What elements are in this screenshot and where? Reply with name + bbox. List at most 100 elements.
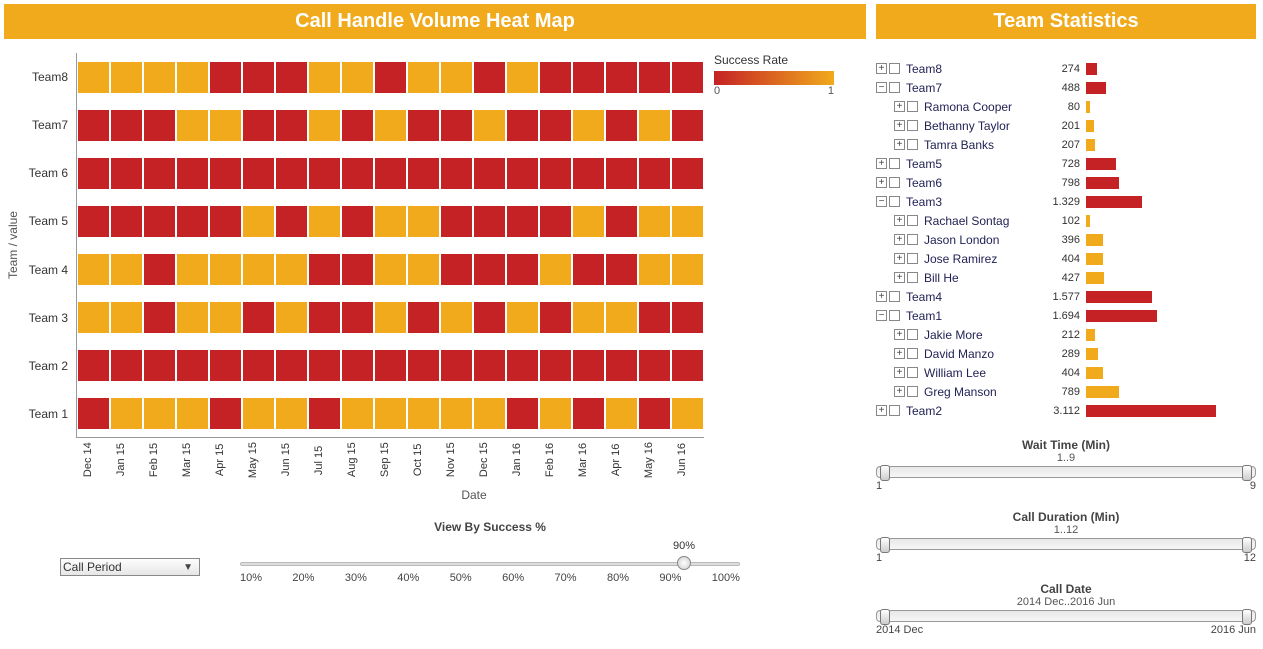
heatmap-cell[interactable] xyxy=(507,110,538,141)
heatmap-cell[interactable] xyxy=(243,302,274,333)
heatmap-cell[interactable] xyxy=(606,350,637,381)
checkbox-icon[interactable] xyxy=(889,158,900,169)
heatmap-cell[interactable] xyxy=(210,350,241,381)
heatmap-cell[interactable] xyxy=(672,398,703,429)
expand-icon[interactable]: + xyxy=(894,120,905,131)
collapse-icon[interactable]: − xyxy=(876,310,887,321)
heatmap-cell[interactable] xyxy=(573,206,604,237)
heatmap-cell[interactable] xyxy=(243,62,274,93)
tree-row[interactable]: −Team31.329 xyxy=(876,192,1256,211)
heatmap-cell[interactable] xyxy=(639,158,670,189)
slider-thumb[interactable] xyxy=(677,556,691,570)
heatmap-cell[interactable] xyxy=(606,398,637,429)
heatmap-cell[interactable] xyxy=(243,398,274,429)
heatmap-cell[interactable] xyxy=(507,350,538,381)
heatmap-cell[interactable] xyxy=(276,350,307,381)
heatmap-cell[interactable] xyxy=(78,62,109,93)
expand-icon[interactable]: + xyxy=(876,405,887,416)
heatmap-cell[interactable] xyxy=(276,302,307,333)
tree-row[interactable]: +Team6798 xyxy=(876,173,1256,192)
heatmap-cell[interactable] xyxy=(177,206,208,237)
heatmap-cell[interactable] xyxy=(144,158,175,189)
heatmap-cell[interactable] xyxy=(144,110,175,141)
checkbox-icon[interactable] xyxy=(889,291,900,302)
checkbox-icon[interactable] xyxy=(907,120,918,131)
heatmap-cell[interactable] xyxy=(672,62,703,93)
tree-row[interactable]: +Team8274 xyxy=(876,59,1256,78)
expand-icon[interactable]: + xyxy=(894,329,905,340)
slider-thumb-min[interactable] xyxy=(880,537,890,553)
heatmap-cell[interactable] xyxy=(78,350,109,381)
heatmap-cell[interactable] xyxy=(309,398,340,429)
heatmap-cell[interactable] xyxy=(111,302,142,333)
heatmap-cell[interactable] xyxy=(474,302,505,333)
heatmap-cell[interactable] xyxy=(243,110,274,141)
heatmap-cell[interactable] xyxy=(474,350,505,381)
checkbox-icon[interactable] xyxy=(889,63,900,74)
heatmap-cell[interactable] xyxy=(309,350,340,381)
heatmap-cell[interactable] xyxy=(474,110,505,141)
tree-row[interactable]: +Bethanny Taylor201 xyxy=(894,116,1256,135)
heatmap-cell[interactable] xyxy=(78,110,109,141)
heatmap-cell[interactable] xyxy=(441,302,472,333)
wait-slider[interactable] xyxy=(876,466,1256,478)
tree-row[interactable]: +Jakie More212 xyxy=(894,325,1256,344)
heatmap-cell[interactable] xyxy=(78,398,109,429)
heatmap-cell[interactable] xyxy=(441,206,472,237)
checkbox-icon[interactable] xyxy=(889,196,900,207)
duration-slider[interactable] xyxy=(876,538,1256,550)
heatmap-cell[interactable] xyxy=(441,110,472,141)
heatmap-cell[interactable] xyxy=(474,206,505,237)
heatmap-cell[interactable] xyxy=(243,158,274,189)
heatmap-cell[interactable] xyxy=(375,110,406,141)
heatmap-cell[interactable] xyxy=(540,254,571,285)
heatmap-cell[interactable] xyxy=(276,398,307,429)
checkbox-icon[interactable] xyxy=(907,348,918,359)
heatmap-cell[interactable] xyxy=(210,302,241,333)
heatmap-cell[interactable] xyxy=(243,254,274,285)
heatmap-cell[interactable] xyxy=(672,206,703,237)
heatmap-cell[interactable] xyxy=(408,398,439,429)
checkbox-icon[interactable] xyxy=(907,329,918,340)
heatmap-cell[interactable] xyxy=(375,254,406,285)
heatmap-cell[interactable] xyxy=(78,302,109,333)
heatmap-cell[interactable] xyxy=(309,62,340,93)
tree-row[interactable]: +Jason London396 xyxy=(894,230,1256,249)
heatmap-cell[interactable] xyxy=(606,302,637,333)
heatmap-cell[interactable] xyxy=(111,110,142,141)
heatmap-cell[interactable] xyxy=(606,158,637,189)
heatmap-cell[interactable] xyxy=(408,350,439,381)
tree-row[interactable]: +Team41.577 xyxy=(876,287,1256,306)
heatmap-cell[interactable] xyxy=(177,110,208,141)
expand-icon[interactable]: + xyxy=(894,386,905,397)
checkbox-icon[interactable] xyxy=(907,386,918,397)
heatmap-cell[interactable] xyxy=(111,206,142,237)
heatmap-cell[interactable] xyxy=(639,302,670,333)
heatmap-cell[interactable] xyxy=(441,350,472,381)
expand-icon[interactable]: + xyxy=(894,367,905,378)
heatmap-cell[interactable] xyxy=(573,350,604,381)
heatmap-cell[interactable] xyxy=(375,350,406,381)
heatmap-cell[interactable] xyxy=(342,206,373,237)
heatmap-cell[interactable] xyxy=(309,110,340,141)
heatmap-cell[interactable] xyxy=(144,62,175,93)
date-slider[interactable] xyxy=(876,610,1256,622)
heatmap-cell[interactable] xyxy=(474,158,505,189)
heatmap-cell[interactable] xyxy=(474,254,505,285)
heatmap-cell[interactable] xyxy=(573,62,604,93)
checkbox-icon[interactable] xyxy=(889,310,900,321)
tree-row[interactable]: +William Lee404 xyxy=(894,363,1256,382)
heatmap-cell[interactable] xyxy=(672,110,703,141)
heatmap-cell[interactable] xyxy=(210,62,241,93)
tree-row[interactable]: +Ramona Cooper80 xyxy=(894,97,1256,116)
heatmap-cell[interactable] xyxy=(408,206,439,237)
heatmap-cell[interactable] xyxy=(540,206,571,237)
heatmap-cell[interactable] xyxy=(507,62,538,93)
heatmap-cell[interactable] xyxy=(573,302,604,333)
heatmap-cell[interactable] xyxy=(342,350,373,381)
heatmap-cell[interactable] xyxy=(276,254,307,285)
expand-icon[interactable]: + xyxy=(894,253,905,264)
heatmap-cell[interactable] xyxy=(342,302,373,333)
call-period-dropdown[interactable]: Call Period ▼ xyxy=(60,558,200,576)
heatmap-cell[interactable] xyxy=(144,302,175,333)
